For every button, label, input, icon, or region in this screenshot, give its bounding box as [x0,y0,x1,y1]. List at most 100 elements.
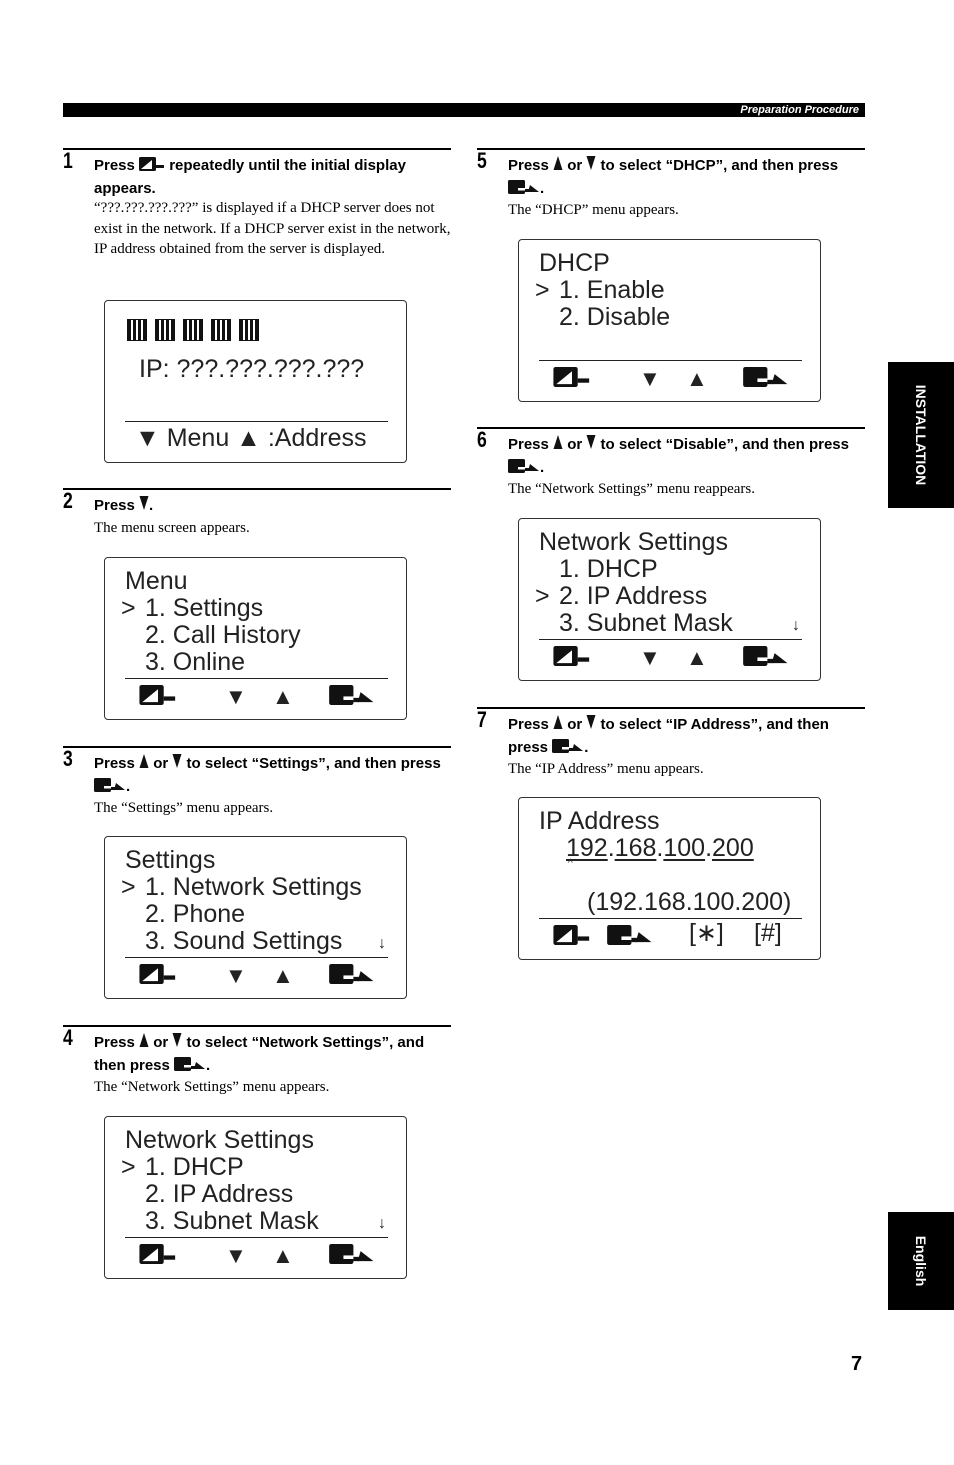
back-button-icon [138,1244,178,1269]
sip-icon [211,319,231,341]
menu-item[interactable]: 2. Disable [559,304,670,331]
step-number: 1 [63,148,73,173]
hash-key-label: [#] [754,919,782,947]
step-divider [63,488,451,490]
enter-key-icon [174,1056,206,1078]
lcd-divider [125,957,388,958]
instruction-text: Press [508,157,554,174]
step-description: The “Network Settings” menu appears. [94,1079,330,1095]
menu-item[interactable]: 3. Subnet Mask [559,610,733,637]
instruction-text: to select “Disable”, and then press [596,436,849,453]
ip-icon [127,319,147,341]
step-number: 5 [477,148,487,173]
step-description: The menu screen appears. [94,520,250,536]
up-key-icon [553,714,563,737]
back-button-icon [138,685,178,710]
step-description: The “Settings” menu appears. [94,800,274,816]
section-title: Preparation Procedure [740,104,859,116]
lcd-divider [125,1237,388,1238]
mute-icon [183,319,203,341]
menu-item[interactable]: 2. Call History [145,622,301,649]
lcd-divider [125,421,388,422]
step-description: The “Network Settings” menu reappears. [508,481,755,497]
up-button-icon: ▲ [272,684,294,709]
down-key-icon [586,714,596,737]
ip-dot: . [607,834,615,862]
lcd-title: Network Settings [125,1126,314,1154]
enter-button-icon [329,1244,375,1269]
lcd-divider [539,360,802,361]
down-key-icon [172,1032,182,1055]
menu-item[interactable]: 1. DHCP [145,1154,244,1181]
ip-octet-field[interactable]: 100 [663,834,705,862]
cursor-indicator: > [121,594,136,622]
step-instruction: Press or to select “Settings”, and then … [94,753,454,799]
instruction-text: or [149,755,173,772]
enter-key-icon [508,179,540,201]
up-button-icon: ▲ [686,366,708,391]
down-button-icon: ▼ [639,645,661,670]
step-divider [477,707,865,709]
step-instruction: Press repeatedly until the initial displ… [94,155,454,200]
back-key-icon [139,156,165,178]
step-description: “???.???.???.???” is displayed if a DHCP… [94,200,451,257]
step-instruction: Press . [94,495,454,518]
lcd-screen: DHCP 1. Enable >2. Disable ▼ ▲ [518,239,821,402]
ip-address-input[interactable]: 192.168.100.200 [566,835,754,862]
menu-item[interactable]: 3. Online [145,649,245,676]
step-description: The “DHCP” menu appears. [508,202,679,218]
menu-item[interactable]: 2. Phone [145,901,245,928]
enter-key-icon [94,777,126,799]
menu-item[interactable]: 3. Subnet Mask [145,1208,319,1235]
down-key-icon [172,753,182,776]
section-header-bar: Preparation Procedure [63,103,865,117]
step-instruction: Press or to select “DHCP”, and then pres… [508,155,868,201]
lcd-screen: Network Settings 1. DHCP >2. IP Address 3. … [104,1116,407,1279]
instruction-text: Press [508,716,554,733]
instruction-text: Press [94,497,140,514]
tab-installation-label: INSTALLATION [913,384,929,486]
down-key-icon [139,495,149,518]
up-key-icon [139,1032,149,1055]
up-key-icon [553,155,563,178]
menu-item[interactable]: 1. Network Settings [145,874,362,901]
enter-key-icon [552,738,584,760]
instruction-text: . [540,180,545,197]
up-key-icon [553,434,563,457]
instruction-text: or [563,716,587,733]
home-icon [239,319,259,341]
step-instruction: Press or to select “Network Settings”, a… [94,1032,454,1078]
menu-item[interactable]: 3. Sound Settings [145,928,342,955]
up-button-icon: ▲ [686,645,708,670]
enter-button-icon [607,925,653,950]
menu-item[interactable]: 1. DHCP [559,556,658,583]
scroll-down-icon: ↓ [792,617,800,634]
enter-button-icon [329,964,375,989]
step-instruction: Press or to select “IP Address”, and the… [508,714,868,760]
ip-octet-field[interactable]: 200 [712,834,754,862]
down-key-icon [586,155,596,178]
lan-icon [155,319,175,341]
menu-item[interactable]: 2. IP Address [559,583,707,610]
up-key-icon [139,753,149,776]
back-button-icon [552,367,592,392]
cursor-indicator: > [121,873,136,901]
menu-item[interactable]: 1. Settings [145,595,263,622]
up-button-icon: ▲ [272,1243,294,1268]
down-key-icon [586,434,596,457]
step-number: 3 [63,746,73,771]
lcd-screen: IP: ???.???.???.??? ▼ Menu ▲ :Address [104,300,407,463]
menu-item[interactable]: 1. Enable [559,277,665,304]
down-button-icon: ▼ [225,684,247,709]
lcd-title: DHCP [539,249,610,277]
menu-item[interactable]: 2. IP Address [145,1181,293,1208]
instruction-text: Press [94,157,140,174]
step-description: The “IP Address” menu appears. [508,761,704,777]
page-number: 7 [851,1353,863,1375]
ip-dot: . [705,834,713,862]
lcd-screen: Menu 1. Settings >2. Call History 3. Online… [104,557,407,720]
back-button-icon [552,646,592,671]
back-button-icon [138,964,178,989]
tab-english-label: English [913,1235,929,1287]
ip-octet-field[interactable]: 168 [615,834,657,862]
